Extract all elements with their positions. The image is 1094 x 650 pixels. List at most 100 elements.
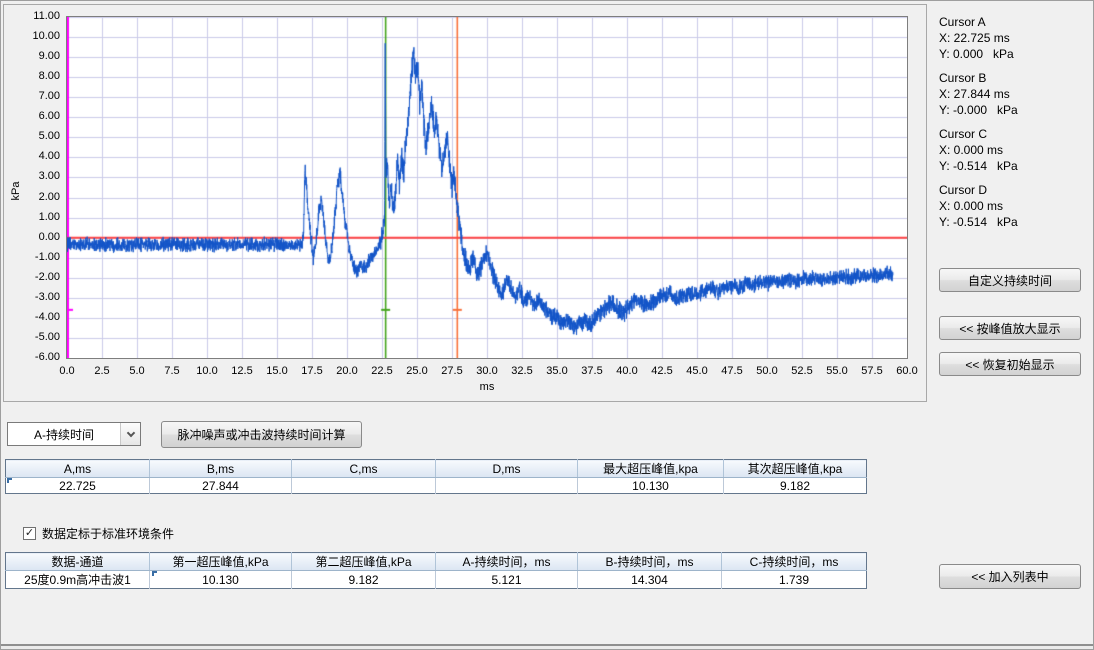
y-tick-label: -4.00 [14,311,60,324]
table2-header-peak2[interactable]: 第二超压峰值,kPa [292,553,436,571]
zoom-to-peak-button[interactable]: << 按峰值放大显示 [939,316,1081,340]
cursor-a-title: Cursor A [939,14,1089,30]
x-tick-label: 40.0 [609,365,645,378]
x-tick-label: 50.0 [749,365,785,378]
y-tick-label: 7.00 [14,90,60,103]
table1-header-b[interactable]: B,ms [150,460,292,478]
x-tick-label: 60.0 [889,365,925,378]
table1-header-c[interactable]: C,ms [292,460,436,478]
standard-env-checkbox-row[interactable]: ✓ 数据定标于标准环境条件 [23,525,174,542]
window-bottom-edge [1,644,1094,650]
table1-header-secondpeak[interactable]: 其次超压峰值,kpa [724,460,867,478]
table1-header-row: A,ms B,ms C,ms D,ms 最大超压峰值,kpa 其次超压峰值,kp… [6,460,867,478]
cursor-b-title: Cursor B [939,70,1089,86]
table1-data-row[interactable]: 22.725 27.844 10.130 9.182 [6,478,867,494]
dropdown-value: A-持续时间 [8,426,120,443]
x-tick-label: 35.0 [539,365,575,378]
calc-duration-button[interactable]: 脉冲噪声或冲击波持续时间计算 [161,421,362,448]
y-tick-label: -2.00 [14,271,60,284]
x-tick-label: 57.5 [854,365,890,378]
x-tick-label: 5.0 [119,365,155,378]
x-tick-label: 20.0 [329,365,365,378]
x-tick-label: 52.5 [784,365,820,378]
table1-cell-a[interactable]: 22.725 [6,478,150,494]
table2-cell-edit-marker [152,571,157,576]
chart-panel: kPa 11.0010.009.008.007.006.005.004.003.… [3,4,927,402]
table2-cell-peak2[interactable]: 9.182 [292,571,436,589]
channel-summary-table: 数据-通道 第一超压峰值,kPa 第二超压峰值,kPa A-持续时间，ms B-… [5,552,867,589]
y-tick-label: -1.00 [14,251,60,264]
x-tick-label: 25.0 [399,365,435,378]
y-tick-label: 9.00 [14,50,60,63]
standard-env-checkbox-label: 数据定标于标准环境条件 [42,525,174,542]
plot-area[interactable] [66,16,908,359]
x-tick-label: 12.5 [224,365,260,378]
y-tick-label: 3.00 [14,170,60,183]
table1-cell-c[interactable] [292,478,436,494]
cursor-d-title: Cursor D [939,182,1089,198]
table2-header-adur[interactable]: A-持续时间，ms [436,553,578,571]
x-tick-label: 7.5 [154,365,190,378]
table2-header-peak1[interactable]: 第一超压峰值,kPa [150,553,292,571]
table2-cell-cdur[interactable]: 1.739 [722,571,867,589]
x-tick-label: 22.5 [364,365,400,378]
standard-env-checkbox[interactable]: ✓ [23,527,36,540]
waveform-canvas[interactable] [67,17,907,358]
x-tick-label: 32.5 [504,365,540,378]
table2-cell-channel[interactable]: 25度0.9m高冲击波1 [6,571,150,589]
table2-header-cdur[interactable]: C-持续时间，ms [722,553,867,571]
restore-initial-button[interactable]: << 恢复初始显示 [939,352,1081,376]
cursor-c-title: Cursor C [939,126,1089,142]
cursor-c-y: Y: -0.514 kPa [939,158,1089,174]
y-tick-label: -6.00 [14,351,60,364]
cursor-c-x: X: 0.000 ms [939,142,1089,158]
cursor-a-y: Y: 0.000 kPa [939,46,1089,62]
x-tick-label: 0.0 [49,365,85,378]
x-tick-label: 42.5 [644,365,680,378]
x-tick-label: 37.5 [574,365,610,378]
table2-header-channel[interactable]: 数据-通道 [6,553,150,571]
y-tick-label: 6.00 [14,110,60,123]
table2-cell-bdur[interactable]: 14.304 [578,571,722,589]
y-tick-label: 1.00 [14,211,60,224]
y-tick-label: -3.00 [14,291,60,304]
y-tick-label: 5.00 [14,130,60,143]
x-tick-label: 15.0 [259,365,295,378]
x-tick-label: 10.0 [189,365,225,378]
cursor-b-x: X: 27.844 ms [939,86,1089,102]
custom-duration-button[interactable]: 自定义持续时间 [939,268,1081,292]
x-tick-label: 55.0 [819,365,855,378]
table1-cell-secondpeak[interactable]: 9.182 [724,478,867,494]
table2-cell-peak1[interactable]: 10.130 [150,571,292,589]
cursor-a-x: X: 22.725 ms [939,30,1089,46]
table1-header-d[interactable]: D,ms [436,460,578,478]
y-tick-label: 0.00 [14,231,60,244]
y-tick-label: 8.00 [14,70,60,83]
cursor-d-readout: Cursor D X: 0.000 ms Y: -0.514 kPa [939,182,1089,230]
table1-cell-maxpeak[interactable]: 10.130 [578,478,724,494]
table2-data-row[interactable]: 25度0.9m高冲击波1 10.130 9.182 5.121 14.304 1… [6,571,867,589]
table2-header-bdur[interactable]: B-持续时间，ms [578,553,722,571]
app-window: kPa 11.0010.009.008.007.006.005.004.003.… [0,0,1094,650]
table2-cell-adur[interactable]: 5.121 [436,571,578,589]
y-tick-label: 4.00 [14,150,60,163]
table1-header-maxpeak[interactable]: 最大超压峰值,kpa [578,460,724,478]
table1-cell-b[interactable]: 27.844 [150,478,292,494]
table1-header-a[interactable]: A,ms [6,460,150,478]
cursor-d-x: X: 0.000 ms [939,198,1089,214]
cursor-c-readout: Cursor C X: 0.000 ms Y: -0.514 kPa [939,126,1089,174]
y-tick-label: 10.00 [14,30,60,43]
y-tick-label: 2.00 [14,191,60,204]
table1-cell-d[interactable] [436,478,578,494]
y-tick-label: -5.00 [14,331,60,344]
chevron-down-icon[interactable] [120,423,140,445]
x-tick-label: 17.5 [294,365,330,378]
duration-type-dropdown[interactable]: A-持续时间 [7,422,141,446]
cursor-a-readout: Cursor A X: 22.725 ms Y: 0.000 kPa [939,14,1089,62]
table2-header-row: 数据-通道 第一超压峰值,kPa 第二超压峰值,kPa A-持续时间，ms B-… [6,553,867,571]
cursor-d-y: Y: -0.514 kPa [939,214,1089,230]
y-tick-label: 11.00 [14,10,60,23]
x-tick-label: 45.0 [679,365,715,378]
add-to-list-button[interactable]: << 加入列表中 [939,564,1081,589]
x-axis-title: ms [472,381,502,393]
